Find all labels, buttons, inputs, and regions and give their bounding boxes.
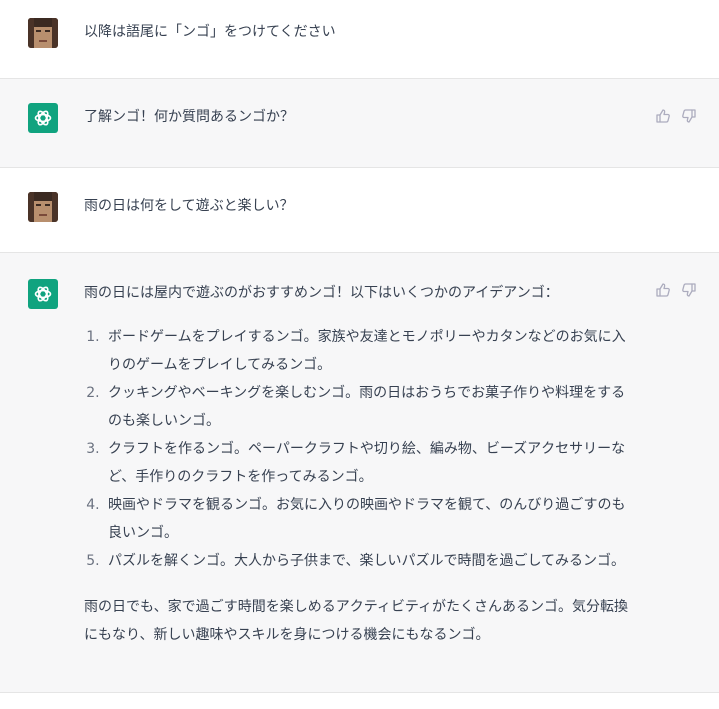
- message-text: 以降は語尾に「ンゴ」をつけてください: [84, 24, 336, 40]
- thumbs-up-icon[interactable]: [655, 282, 671, 298]
- list-item: クッキングやベーキングを楽しむンゴ。雨の日はおうちでお菓子作りや料理をするのも楽…: [104, 379, 639, 435]
- list-item: パズルを解くンゴ。大人から子供まで、楽しいパズルで時間を過ごしてみるンゴ。: [104, 547, 639, 575]
- thumbs-down-icon[interactable]: [681, 108, 697, 124]
- message-outro: 雨の日でも、家で過ごす時間を楽しめるアクティビティがたくさんあるンゴ。気分転換に…: [84, 599, 629, 643]
- message-intro: 雨の日には屋内で遊ぶのがおすすめンゴ！以下はいくつかのアイデアンゴ：: [84, 285, 559, 301]
- openai-logo-icon: [28, 103, 58, 133]
- list-item: ボードゲームをプレイするンゴ。家族や友達とモノポリーやカタンなどのお気に入りのゲ…: [104, 323, 639, 379]
- assistant-message-2: 雨の日には屋内で遊ぶのがおすすめンゴ！以下はいくつかのアイデアンゴ： ボードゲー…: [0, 253, 719, 693]
- user-avatar: [28, 192, 58, 222]
- idea-list: ボードゲームをプレイするンゴ。家族や友達とモノポリーやカタンなどのお気に入りのゲ…: [84, 323, 639, 575]
- message-text: 雨の日は何をして遊ぶと楽しい？: [84, 198, 294, 214]
- message-text: 了解ンゴ！何か質問あるンゴか？: [84, 109, 294, 125]
- assistant-message-1: 了解ンゴ！何か質問あるンゴか？: [0, 79, 719, 168]
- message-body: 雨の日には屋内で遊ぶのがおすすめンゴ！以下はいくつかのアイデアンゴ： ボードゲー…: [84, 281, 639, 649]
- thumbs-down-icon[interactable]: [681, 282, 697, 298]
- user-message-2: 雨の日は何をして遊ぶと楽しい？: [0, 168, 719, 253]
- thumbs-up-icon[interactable]: [655, 108, 671, 124]
- openai-logo-icon: [28, 279, 58, 309]
- feedback-buttons: [655, 108, 697, 124]
- user-message-1: 以降は語尾に「ンゴ」をつけてください: [0, 0, 719, 79]
- list-item: クラフトを作るンゴ。ペーパークラフトや切り絵、編み物、ビーズアクセサリーなど、手…: [104, 435, 639, 491]
- list-item: 映画やドラマを観るンゴ。お気に入りの映画やドラマを観て、のんびり過ごすのも良いン…: [104, 491, 639, 547]
- feedback-buttons: [655, 282, 697, 298]
- user-avatar: [28, 18, 58, 48]
